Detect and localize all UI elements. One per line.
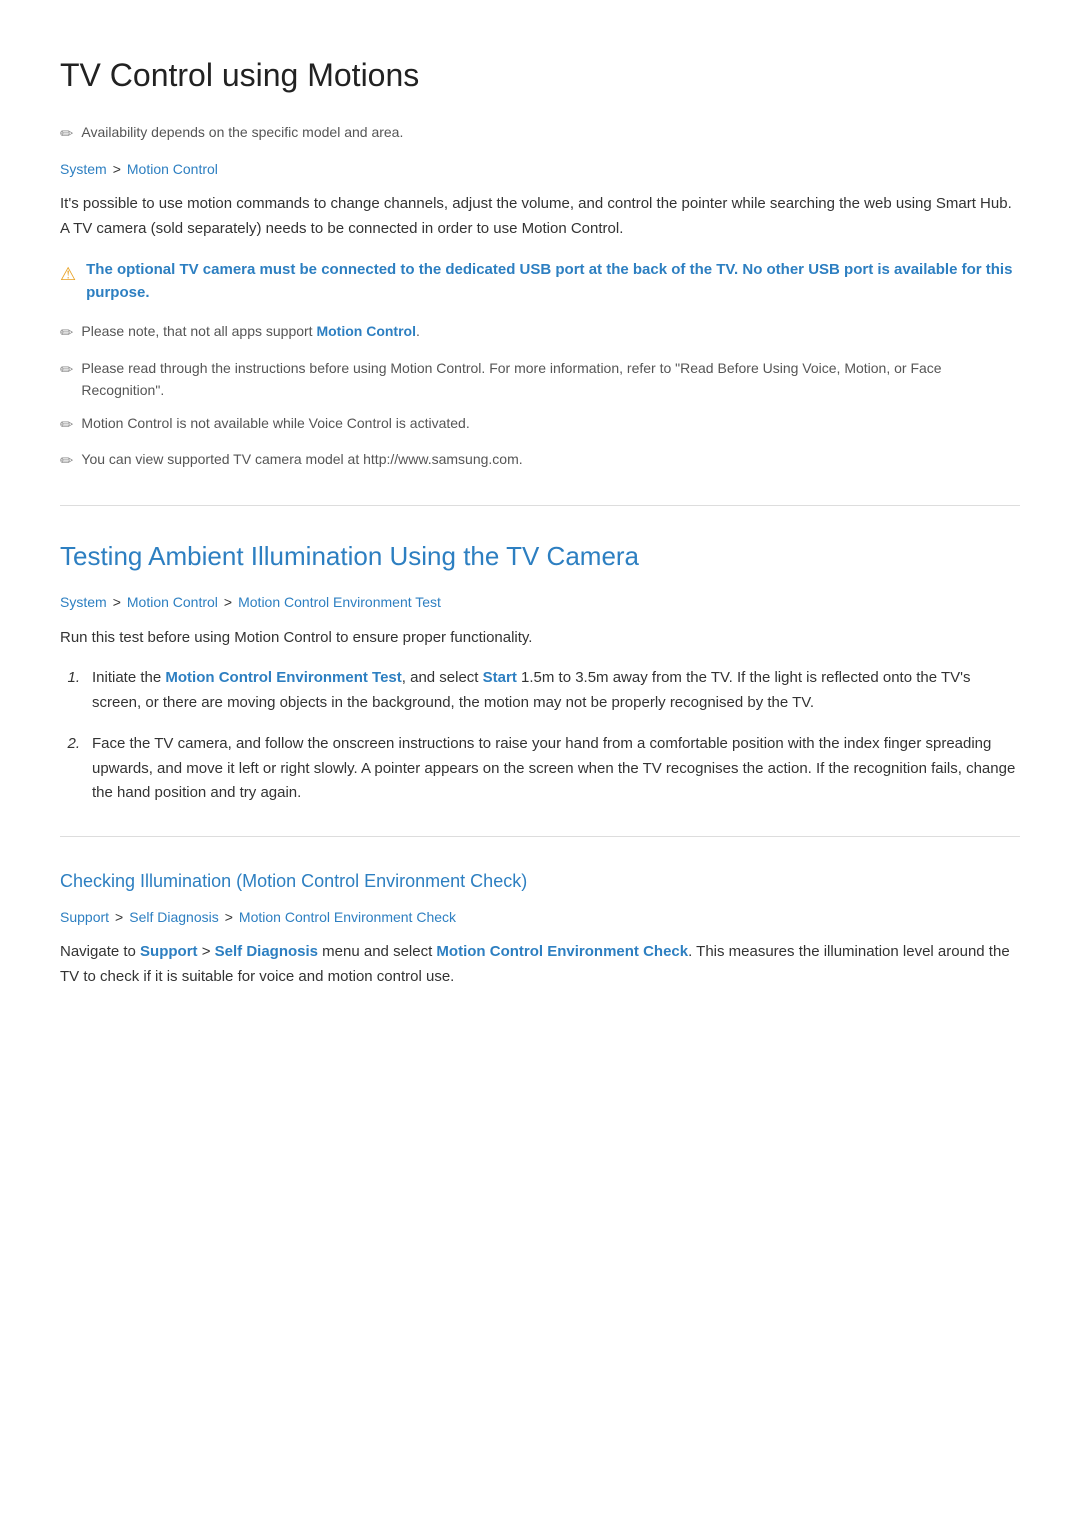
breadcrumb-system[interactable]: System xyxy=(60,158,107,180)
breadcrumb-env-test[interactable]: Motion Control Environment Test xyxy=(238,591,441,613)
breadcrumb-motion-control-2[interactable]: Motion Control xyxy=(127,591,218,613)
note4: ✏ You can view supported TV camera model… xyxy=(60,448,1020,475)
steps-list: 1. Initiate the Motion Control Environme… xyxy=(60,666,1020,806)
warning-text: The optional TV camera must be connected… xyxy=(86,258,1020,305)
step1-number: 1. xyxy=(60,666,80,716)
breadcrumb-sep1: > xyxy=(113,158,121,180)
note1: ✏ Please note, that not all apps support… xyxy=(60,320,1020,347)
section3-support-link[interactable]: Support xyxy=(140,943,198,960)
section3-envcheck-link[interactable]: Motion Control Environment Check xyxy=(436,943,688,960)
breadcrumb-sep2a: > xyxy=(113,591,121,613)
section3-body: Navigate to Support > Self Diagnosis men… xyxy=(60,940,1020,990)
breadcrumb-section1: System > Motion Control xyxy=(60,158,1020,180)
section2-intro: Run this test before using Motion Contro… xyxy=(60,626,1020,651)
section3-heading: Checking Illumination (Motion Control En… xyxy=(60,867,1020,896)
section-motion-control: System > Motion Control It's possible to… xyxy=(60,158,1020,475)
breadcrumb-sep3a: > xyxy=(115,906,123,928)
step1-env-test-link[interactable]: Motion Control Environment Test xyxy=(165,669,401,686)
breadcrumb-motion-control[interactable]: Motion Control xyxy=(127,158,218,180)
breadcrumb-sep3b: > xyxy=(225,906,233,928)
section-checking-illumination: Checking Illumination (Motion Control En… xyxy=(60,867,1020,990)
step-1: 1. Initiate the Motion Control Environme… xyxy=(60,666,1020,716)
breadcrumb-section2: System > Motion Control > Motion Control… xyxy=(60,591,1020,613)
note4-text: You can view supported TV camera model a… xyxy=(81,448,522,470)
section1-body: It's possible to use motion commands to … xyxy=(60,192,1020,242)
breadcrumb-system-2[interactable]: System xyxy=(60,591,107,613)
breadcrumb-support[interactable]: Support xyxy=(60,906,109,928)
availability-note: ✏ Availability depends on the specific m… xyxy=(60,121,1020,148)
note3: ✏ Motion Control is not available while … xyxy=(60,412,1020,439)
step-2: 2. Face the TV camera, and follow the on… xyxy=(60,732,1020,806)
step2-text: Face the TV camera, and follow the onscr… xyxy=(92,732,1020,806)
section-ambient-illumination: Testing Ambient Illumination Using the T… xyxy=(60,536,1020,806)
breadcrumb-sep2b: > xyxy=(224,591,232,613)
note-icon-availability: ✏ xyxy=(60,122,73,148)
breadcrumb-section3: Support > Self Diagnosis > Motion Contro… xyxy=(60,906,1020,928)
note-icon-3: ✏ xyxy=(60,413,73,439)
section-divider-1 xyxy=(60,505,1020,506)
warning-box: ⚠ The optional TV camera must be connect… xyxy=(60,258,1020,305)
note-icon-4: ✏ xyxy=(60,449,73,475)
note1-motion-link[interactable]: Motion Control xyxy=(316,323,416,339)
note2-text: Please read through the instructions bef… xyxy=(81,357,1020,402)
section2-heading: Testing Ambient Illumination Using the T… xyxy=(60,536,1020,578)
note-icon-2: ✏ xyxy=(60,358,73,384)
warning-icon: ⚠ xyxy=(60,260,76,289)
step1-text: Initiate the Motion Control Environment … xyxy=(92,666,1020,716)
step1-start-link[interactable]: Start xyxy=(483,669,517,686)
note3-text: Motion Control is not available while Vo… xyxy=(81,412,469,434)
note1-text: Please note, that not all apps support M… xyxy=(81,320,419,342)
step2-number: 2. xyxy=(60,732,80,806)
section-divider-2 xyxy=(60,836,1020,837)
section3-selfdiag-link[interactable]: Self Diagnosis xyxy=(215,943,318,960)
notes-section1: ✏ Please note, that not all apps support… xyxy=(60,320,1020,475)
breadcrumb-env-check[interactable]: Motion Control Environment Check xyxy=(239,906,456,928)
note-icon-1: ✏ xyxy=(60,321,73,347)
breadcrumb-self-diagnosis[interactable]: Self Diagnosis xyxy=(129,906,219,928)
note2: ✏ Please read through the instructions b… xyxy=(60,357,1020,402)
page-title: TV Control using Motions xyxy=(60,40,1020,101)
